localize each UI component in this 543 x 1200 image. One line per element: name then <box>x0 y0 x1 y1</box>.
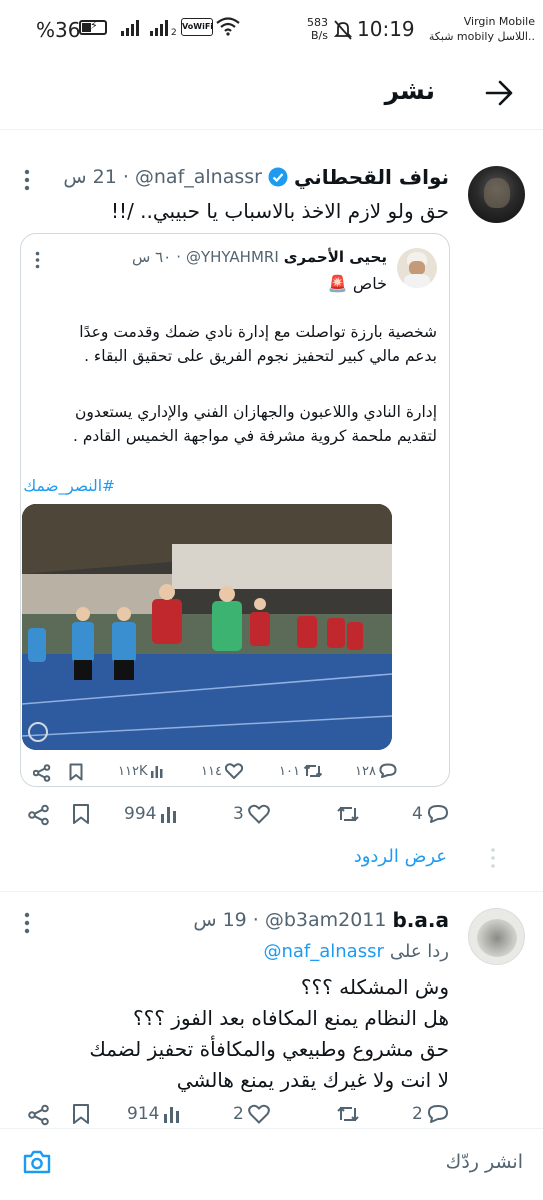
quote-reply-icon <box>379 763 397 778</box>
thread-dots-icon <box>491 848 495 868</box>
vowifi-badge: VoWiFi <box>181 18 213 36</box>
status-bar: %36 ⚡ 2 VoWiFi 583 B/s 10:19 Virgin Mobi… <box>0 0 543 50</box>
reply-views-icon <box>164 1107 180 1123</box>
reply-retweet-icon[interactable] <box>336 1104 360 1124</box>
reply-share-icon[interactable] <box>28 1104 50 1126</box>
views-count[interactable]: 994 <box>124 804 180 824</box>
quote-label: خاص 🚨 <box>327 274 387 293</box>
carrier-labels: Virgin Mobile شبكة mobily اللاسل.. <box>428 15 535 43</box>
quote-time: ٦٠ س <box>131 248 172 266</box>
net-speed: 583 B/s <box>307 16 328 42</box>
quote-author-handle: @YHYAHMRI <box>185 248 279 266</box>
reply-separator: · <box>252 909 259 931</box>
header: نشر <box>0 60 543 130</box>
quote-paragraph-1: شخصية بارزة تواصلت مع إدارة نادي ضمك وقد… <box>79 323 437 365</box>
mute-bell-icon <box>334 20 352 40</box>
quote-retweet-icon <box>303 764 323 778</box>
replying-to-link[interactable]: @naf_alnassr <box>263 941 383 962</box>
reply-composer: انشر ردّك <box>0 1128 543 1200</box>
reply-reply-icon <box>427 1105 448 1123</box>
signal-icon <box>121 20 139 36</box>
quote-action-bar: ١١٢K ١١٤ ١٠١ ١٢٨ <box>21 762 451 786</box>
back-arrow-icon[interactable] <box>485 80 513 106</box>
page-title: نشر <box>384 76 435 105</box>
reply-header: b.a.a @b3am2011 · 19 س <box>193 908 449 932</box>
reply-text: وش المشكله ؟؟؟ هل النظام يمنع المكافاه ب… <box>89 975 449 1092</box>
reply-views-count[interactable]: 914 <box>127 1104 183 1124</box>
quote-bookmark-icon[interactable] <box>69 763 83 781</box>
quote-photo[interactable] <box>22 504 392 750</box>
quote-hashtag[interactable]: #النصر_ضمك <box>23 474 115 498</box>
reply-icon <box>427 805 448 823</box>
reply-action-bar: 914 2 2 <box>0 1101 543 1131</box>
quote-views-icon <box>151 766 163 778</box>
quote-heart-icon <box>224 763 243 779</box>
bookmark-icon[interactable] <box>72 803 90 825</box>
author-name[interactable]: نواف القحطاني <box>294 165 449 189</box>
tweet-action-bar: 994 3 4 <box>0 801 543 831</box>
quote-retweets[interactable]: ١٠١ <box>279 763 323 779</box>
quote-more-icon[interactable] <box>35 251 40 269</box>
more-options-icon[interactable] <box>24 169 30 191</box>
views-icon <box>161 807 177 823</box>
author-handle[interactable]: @naf_alnassr <box>135 166 262 188</box>
show-replies-link[interactable]: عرض الردود <box>354 846 447 867</box>
share-icon[interactable] <box>28 804 50 826</box>
replying-to: ردا على @naf_alnassr <box>263 941 449 962</box>
wifi-icon <box>215 16 241 36</box>
quote-likes[interactable]: ١١٤ <box>201 763 243 779</box>
quote-separator: · <box>176 248 181 266</box>
reply-avatar[interactable] <box>468 908 525 965</box>
reply-tweet[interactable]: b.a.a @b3am2011 · 19 س ردا على @naf_alna… <box>0 892 543 1128</box>
battery-percent: %36 <box>36 18 81 42</box>
reply-input[interactable]: انشر ردّك <box>446 1151 523 1173</box>
battery-icon: ⚡ <box>79 19 107 35</box>
reply-likes-count[interactable]: 2 <box>233 1104 270 1124</box>
retweet-icon[interactable] <box>336 804 360 824</box>
separator-dot: · <box>122 166 129 188</box>
tweet-header: نواف القحطاني @naf_alnassr · 21 س <box>63 165 449 189</box>
heart-icon <box>247 804 270 824</box>
reply-author-name[interactable]: b.a.a <box>392 908 449 932</box>
verified-badge-icon <box>268 167 288 187</box>
quote-author-name: يحيى الأحمرى <box>283 248 387 266</box>
signal-sim2-icon <box>150 20 168 36</box>
avatar[interactable] <box>468 166 525 223</box>
tweet-text: حق ولو لازم الاخذ بالاسباب يا حبيبي.. /!… <box>111 199 449 223</box>
main-tweet[interactable]: نواف القحطاني @naf_alnassr · 21 س حق ولو… <box>0 131 543 884</box>
reply-bookmark-icon[interactable] <box>72 1103 90 1125</box>
tweet-time[interactable]: 21 س <box>63 166 116 188</box>
reply-replies-count[interactable]: 2 <box>412 1104 449 1124</box>
sim2-label: 2 <box>171 28 177 38</box>
quote-header: يحيى الأحمرى @YHYAHMRI · ٦٠ س <box>132 248 387 266</box>
camera-icon[interactable] <box>22 1149 52 1175</box>
quote-paragraph-2: إدارة النادي واللاعبون والجهازان الفني و… <box>72 403 437 445</box>
quote-avatar[interactable] <box>397 248 437 288</box>
quote-replies[interactable]: ١٢٨ <box>355 763 397 779</box>
likes-count[interactable]: 3 <box>233 804 270 824</box>
reply-heart-icon <box>247 1104 270 1124</box>
replies-count[interactable]: 4 <box>412 804 449 824</box>
reply-author-handle[interactable]: @b3am2011 <box>265 909 387 931</box>
quoted-tweet-card[interactable]: يحيى الأحمرى @YHYAHMRI · ٦٠ س خاص 🚨 شخصي… <box>20 233 450 787</box>
reply-time[interactable]: 19 س <box>193 909 246 931</box>
quote-share-icon[interactable] <box>33 764 51 782</box>
quote-views[interactable]: ١١٢K <box>118 763 166 779</box>
reply-more-icon[interactable] <box>24 912 30 934</box>
